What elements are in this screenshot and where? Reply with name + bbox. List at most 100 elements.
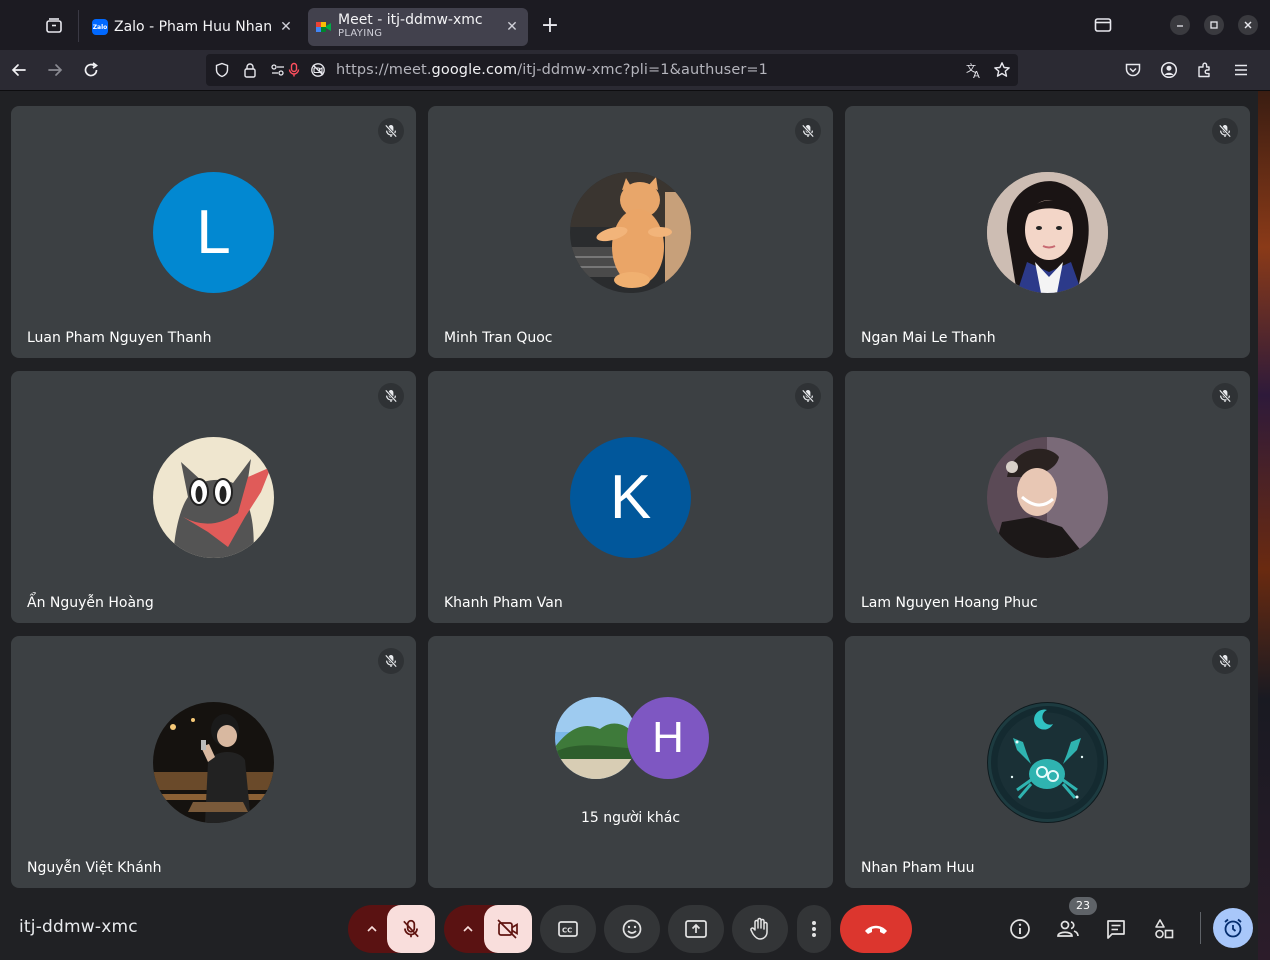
participant-count-badge: 23 (1069, 897, 1097, 915)
closed-captions-icon: CC (558, 921, 578, 937)
minimize-window-button[interactable] (1170, 15, 1190, 35)
avatar (153, 702, 274, 823)
close-window-button[interactable] (1238, 15, 1258, 35)
reload-button[interactable] (79, 58, 103, 82)
translate-icon[interactable]: 文A (962, 58, 986, 82)
zalo-favicon-icon: Zalo (92, 19, 108, 35)
person-photo-image (153, 702, 274, 823)
activities-button[interactable] (1143, 908, 1185, 950)
svg-text:A: A (973, 70, 980, 79)
cat-photo-image (570, 172, 691, 293)
avatar (987, 437, 1108, 558)
participant-name: Lam Nguyen Hoang Phuc (861, 595, 1038, 611)
person-photo-image (987, 172, 1108, 293)
tab-list-button[interactable] (40, 12, 68, 40)
toggle-microphone-button[interactable] (387, 905, 435, 953)
maximize-window-button[interactable] (1204, 15, 1224, 35)
address-bar[interactable]: https://meet.google.com/itj-ddmw-xmc?pli… (206, 54, 1018, 86)
tab-divider (78, 10, 79, 42)
desktop-background-strip (1258, 91, 1270, 960)
other-participants-label: 15 người khác (580, 810, 681, 826)
hamburger-menu-icon[interactable] (1229, 58, 1253, 82)
tab-zalo[interactable]: Zalo Zalo - Pham Huu Nhan ✕ (84, 8, 302, 46)
participant-name: Nguyễn Việt Khánh (27, 860, 162, 876)
muted-mic-icon (1212, 118, 1238, 144)
other-participants-avatars: H (555, 697, 709, 779)
meeting-code: itj-ddmw-xmc (19, 917, 138, 937)
participant-name: Luan Pham Nguyen Thanh (27, 330, 212, 346)
participant-tile[interactable]: Lam Nguyen Hoang Phuc (845, 371, 1250, 623)
tab-overview-icon (46, 18, 62, 33)
participant-tile[interactable]: Nhan Pham Huu (845, 636, 1250, 888)
bookmark-star-icon[interactable] (990, 58, 1014, 82)
participant-name: Minh Tran Quoc (444, 330, 553, 346)
participant-tile[interactable]: Minh Tran Quoc (428, 106, 833, 358)
toolbar-divider (1200, 912, 1201, 944)
avatar: H (627, 697, 709, 779)
person-photo-image (987, 437, 1108, 558)
avatar: L (153, 172, 274, 293)
info-icon (1010, 919, 1030, 939)
camera-control (444, 905, 532, 953)
participant-tile[interactable]: L Luan Pham Nguyen Thanh (11, 106, 416, 358)
raise-hand-icon (750, 917, 768, 940)
shapes-icon (1155, 919, 1174, 939)
browser-toolbar: https://meet.google.com/itj-ddmw-xmc?pli… (0, 50, 1270, 91)
meet-favicon-icon (316, 19, 332, 35)
tab-meet[interactable]: Meet - itj-ddmw-xmc PLAYING ✕ (308, 8, 528, 46)
svg-text:CC: CC (562, 927, 572, 935)
url-text[interactable]: https://meet.google.com/itj-ddmw-xmc?pli… (336, 62, 768, 78)
muted-mic-icon (378, 118, 404, 144)
microphone-active-icon[interactable] (286, 58, 302, 82)
participant-name: Khanh Pham Van (444, 595, 563, 611)
tab-playing-indicator: PLAYING (338, 28, 383, 39)
emoji-icon (622, 919, 642, 939)
close-tab-icon[interactable]: ✕ (504, 19, 520, 35)
raise-hand-button[interactable] (732, 905, 788, 953)
participant-tile[interactable]: Nguyễn Việt Khánh (11, 636, 416, 888)
muted-mic-icon (378, 383, 404, 409)
host-controls-button[interactable] (1213, 908, 1253, 948)
other-participants-tile[interactable]: H 15 người khác (428, 636, 833, 888)
meeting-details-button[interactable] (999, 908, 1041, 950)
forward-arrow-icon (48, 64, 63, 76)
participant-name: Nhan Pham Huu (861, 860, 975, 876)
people-icon (1057, 920, 1079, 937)
microphone-control (348, 905, 436, 953)
new-tab-button[interactable]: + (538, 14, 562, 38)
camera-blocked-icon[interactable] (306, 58, 330, 82)
avatar (987, 702, 1108, 823)
chat-icon (1107, 920, 1125, 939)
forward-button[interactable] (43, 58, 67, 82)
pocket-icon[interactable] (1121, 58, 1145, 82)
reactions-button[interactable] (604, 905, 660, 953)
participant-tile[interactable]: Ngan Mai Le Thanh (845, 106, 1250, 358)
muted-mic-icon (1212, 648, 1238, 674)
landscape-photo-image (555, 697, 637, 779)
extensions-icon[interactable] (1193, 58, 1217, 82)
chat-button[interactable] (1095, 908, 1137, 950)
tracking-protection-shield-icon[interactable] (210, 58, 234, 82)
camera-off-icon (497, 919, 518, 939)
muted-mic-icon (795, 118, 821, 144)
tab-groups-icon[interactable] (1093, 15, 1113, 35)
toggle-camera-button[interactable] (484, 905, 532, 953)
avatar (987, 172, 1108, 293)
browser-tab-bar: Zalo Zalo - Pham Huu Nhan ✕ Meet - itj-d… (0, 0, 1270, 50)
back-arrow-icon (11, 64, 26, 76)
participant-tile[interactable]: Ẩn Nguyễn Hoàng (11, 371, 416, 623)
more-options-button[interactable] (797, 905, 831, 953)
back-button[interactable] (7, 58, 31, 82)
leave-call-button[interactable] (840, 905, 912, 953)
account-icon[interactable] (1157, 58, 1181, 82)
avatar (555, 697, 637, 779)
present-screen-icon (685, 920, 707, 938)
captions-button[interactable]: CC (540, 905, 596, 953)
cartoon-cat-image (153, 437, 274, 558)
close-tab-icon[interactable]: ✕ (278, 19, 294, 35)
tab-title: Zalo - Pham Huu Nhan (114, 19, 273, 35)
muted-mic-icon (378, 648, 404, 674)
lock-icon[interactable] (238, 58, 262, 82)
present-screen-button[interactable] (668, 905, 724, 953)
participant-tile[interactable]: K Khanh Pham Van (428, 371, 833, 623)
